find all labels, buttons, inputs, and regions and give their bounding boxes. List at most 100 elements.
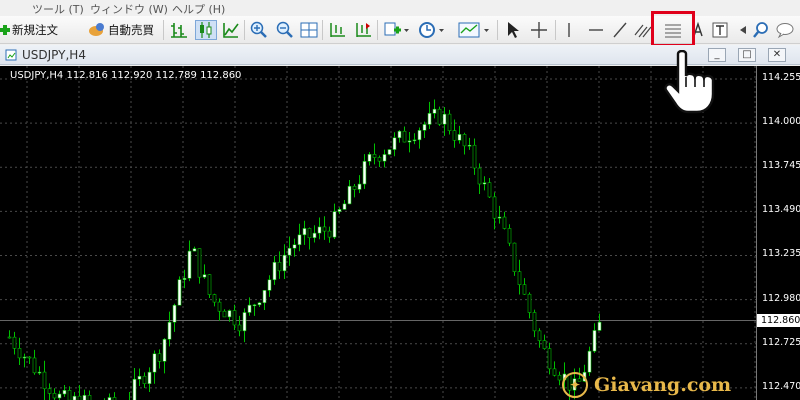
menu-window[interactable]: ウィンドウ (W): [90, 1, 168, 17]
candle-body: [347, 185, 352, 205]
chat-icon: [776, 23, 794, 39]
highlight-box: [651, 11, 695, 47]
candle-body: [157, 353, 162, 362]
candle-body: [537, 330, 542, 341]
candle-body: [27, 356, 32, 359]
cursor-icon: [508, 22, 519, 38]
price-tick-label: 112.725: [762, 336, 800, 348]
candle-body: [587, 350, 592, 373]
arrow-button[interactable]: [738, 20, 748, 40]
candle-body: [367, 154, 372, 162]
current-price-label: 112.860: [757, 314, 800, 328]
trendline-button[interactable]: [612, 20, 628, 40]
candle-body: [22, 356, 27, 359]
candle-body: [322, 226, 327, 232]
autotrade-button[interactable]: 自動売買: [88, 20, 154, 40]
candle-body: [277, 261, 282, 272]
candle-body: [517, 271, 522, 285]
candle-body: [412, 139, 417, 142]
candle-body: [497, 216, 502, 219]
maximize-button[interactable]: □: [738, 48, 756, 62]
candle-body: [302, 228, 307, 236]
candle-body: [87, 395, 92, 400]
candle-body: [67, 390, 72, 400]
price-tick-label: 113.490: [762, 204, 800, 216]
zoom-out-icon: [276, 21, 293, 38]
channel-button[interactable]: [634, 20, 652, 40]
price-scale[interactable]: 114.255 114.000 113.745 113.490 113.235 112.9…: [756, 66, 800, 400]
menu-help[interactable]: ヘルプ (H): [172, 1, 225, 17]
price-chart[interactable]: USDJPY,H4 112.816 112.920 112.789 112.86…: [0, 66, 800, 400]
line-chart-icon: [223, 23, 239, 38]
candle-body: [502, 216, 507, 229]
menu-tools[interactable]: ツール (T): [32, 1, 84, 17]
trendline-icon: [613, 22, 627, 38]
candle-body: [237, 324, 242, 332]
autotrade-icon: [88, 22, 104, 38]
zoom-in-button[interactable]: [250, 20, 268, 40]
chart-shift-icon: [330, 23, 345, 37]
crosshair-button[interactable]: [530, 20, 548, 40]
candle-body: [317, 226, 322, 234]
indicators-button[interactable]: [383, 20, 409, 40]
candle-body: [242, 312, 247, 332]
text-label-button[interactable]: [712, 20, 728, 40]
watermark-logo-icon: ✦: [562, 372, 588, 398]
templates-button[interactable]: [458, 20, 492, 40]
candle-body: [147, 371, 152, 385]
autotrade-label: 自動売買: [108, 23, 154, 37]
candle-body: [442, 113, 447, 125]
candle-body: [72, 395, 77, 400]
candle-body: [227, 310, 232, 318]
candle-body: [437, 108, 442, 125]
candle-body: [82, 395, 87, 400]
candle-body: [512, 242, 517, 272]
candlestick-button[interactable]: [195, 20, 217, 40]
tile-windows-button[interactable]: [300, 20, 318, 40]
close-button[interactable]: ✕: [768, 48, 786, 62]
candle-body: [332, 211, 337, 238]
cursor-button[interactable]: [505, 20, 519, 40]
candle-body: [167, 321, 172, 340]
chart-window-title: USDJPY,H4: [22, 48, 86, 62]
search-button[interactable]: [752, 20, 770, 40]
candle-body: [287, 247, 292, 256]
candle-body: [552, 368, 557, 376]
candle-body: [542, 340, 547, 349]
candle-body: [212, 294, 217, 303]
bar-chart-icon: [171, 23, 187, 38]
candle-body: [7, 336, 12, 339]
indicators-icon: [384, 22, 409, 36]
candle-body: [482, 182, 487, 185]
candle-body: [272, 261, 277, 281]
price-tick-label: 112.980: [762, 292, 800, 304]
candle-body: [217, 301, 222, 312]
chart-shift-button[interactable]: [328, 20, 346, 40]
candle-body: [247, 304, 252, 313]
line-chart-button[interactable]: [222, 20, 240, 40]
candle-body: [467, 144, 472, 147]
watermark: ✦ Giavang.com: [562, 372, 731, 398]
candle-body: [262, 290, 267, 304]
autoscroll-button[interactable]: [354, 20, 372, 40]
bar-chart-button[interactable]: [170, 20, 188, 40]
horizontal-line-button[interactable]: [588, 20, 604, 40]
periods-button[interactable]: [418, 20, 446, 40]
vertical-line-button[interactable]: [564, 20, 574, 40]
zoom-out-button[interactable]: [276, 20, 294, 40]
candle-body: [597, 321, 602, 331]
price-tick-label: 112.470: [762, 380, 800, 392]
candle-body: [477, 167, 482, 185]
chat-button[interactable]: [776, 20, 798, 40]
price-tick-label: 113.235: [762, 248, 800, 260]
candle-body: [57, 393, 62, 399]
candle-body: [362, 161, 367, 185]
candle-body: [417, 130, 422, 141]
candle-body: [472, 144, 477, 169]
candlestick-icon: [200, 22, 212, 38]
new-order-button[interactable]: 新規注文: [0, 20, 58, 40]
candle-body: [352, 185, 357, 190]
candle-body: [452, 130, 457, 141]
channel-icon: [634, 24, 652, 38]
candle-body: [132, 378, 137, 400]
